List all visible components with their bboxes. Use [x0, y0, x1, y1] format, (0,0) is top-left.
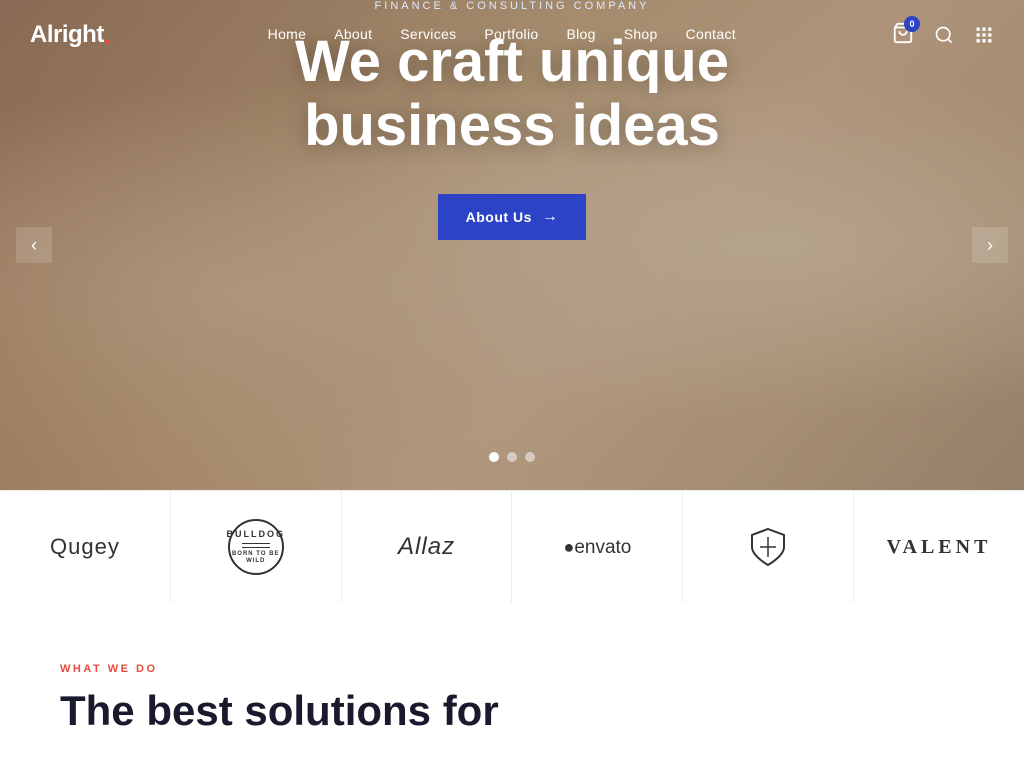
dot-2[interactable] — [507, 452, 517, 462]
grid-menu-button[interactable] — [974, 25, 994, 45]
hero-section: Alright . Home About Services Portfolio … — [0, 0, 1024, 490]
brands-section: Qugey BULLDOG BORN TO BE WILD Allaz ●env… — [0, 490, 1024, 603]
next-arrow-icon: › — [987, 235, 993, 256]
nav-link-blog[interactable]: Blog — [566, 26, 595, 42]
what-we-do-section: What We Do The best solutions for — [0, 603, 1024, 765]
cart-button[interactable]: 0 — [892, 22, 914, 49]
nav-item-portfolio[interactable]: Portfolio — [484, 26, 538, 44]
section-title: The best solutions for — [60, 687, 964, 735]
nav-link-home[interactable]: Home — [268, 26, 307, 42]
brand-valent: VALENT — [854, 491, 1024, 603]
brand-qugey: Qugey — [0, 491, 171, 603]
hero-cta-button[interactable]: About Us → — [438, 194, 587, 240]
brand-logo-bulldog: BULLDOG BORN TO BE WILD — [228, 519, 284, 575]
brand-logo-allaz: Allaz — [398, 535, 455, 559]
cart-badge: 0 — [904, 16, 920, 32]
nav-item-services[interactable]: Services — [400, 26, 456, 44]
nav-link-about[interactable]: About — [334, 26, 372, 42]
nav-link-contact[interactable]: Contact — [686, 26, 736, 42]
search-button[interactable] — [934, 25, 954, 45]
logo-text: Alright — [30, 21, 104, 49]
section-tag: What We Do — [60, 663, 964, 675]
search-icon — [934, 25, 954, 45]
hero-title-line2: business ideas — [304, 93, 720, 158]
dot-1[interactable] — [489, 452, 499, 462]
brand-envato: ●envato — [512, 491, 683, 603]
nav-item-about[interactable]: About — [334, 26, 372, 44]
slider-prev-button[interactable]: ‹ — [16, 227, 52, 263]
logo-dot: . — [104, 21, 112, 49]
slider-next-button[interactable]: › — [972, 227, 1008, 263]
prev-arrow-icon: ‹ — [31, 235, 37, 256]
nav-item-shop[interactable]: Shop — [624, 26, 658, 44]
brand-logo-shield — [746, 525, 790, 569]
grid-icon — [974, 25, 994, 45]
brand-logo-valent: VALENT — [887, 537, 992, 557]
nav-item-home[interactable]: Home — [268, 26, 307, 44]
navbar: Alright . Home About Services Portfolio … — [0, 0, 1024, 70]
nav-link-shop[interactable]: Shop — [624, 26, 658, 42]
brand-logo-envato: ●envato — [563, 538, 631, 557]
nav-item-blog[interactable]: Blog — [566, 26, 595, 44]
dot-3[interactable] — [525, 452, 535, 462]
hero-cta-arrow: → — [542, 208, 559, 226]
brand-shield — [683, 491, 854, 603]
navbar-actions: 0 — [892, 22, 994, 49]
nav-link-portfolio[interactable]: Portfolio — [484, 26, 538, 42]
slider-dots — [489, 452, 535, 462]
hero-cta-label: About Us — [466, 209, 532, 225]
nav-link-services[interactable]: Services — [400, 26, 456, 42]
section-title-line1: The best solutions for — [60, 687, 499, 734]
nav-item-contact[interactable]: Contact — [686, 26, 736, 44]
brand-bulldog: BULLDOG BORN TO BE WILD — [171, 491, 342, 603]
brand-logo-qugey: Qugey — [50, 536, 120, 558]
site-logo[interactable]: Alright . — [30, 21, 112, 49]
brand-allaz: Allaz — [342, 491, 513, 603]
nav-menu: Home About Services Portfolio Blog Shop … — [268, 26, 736, 44]
